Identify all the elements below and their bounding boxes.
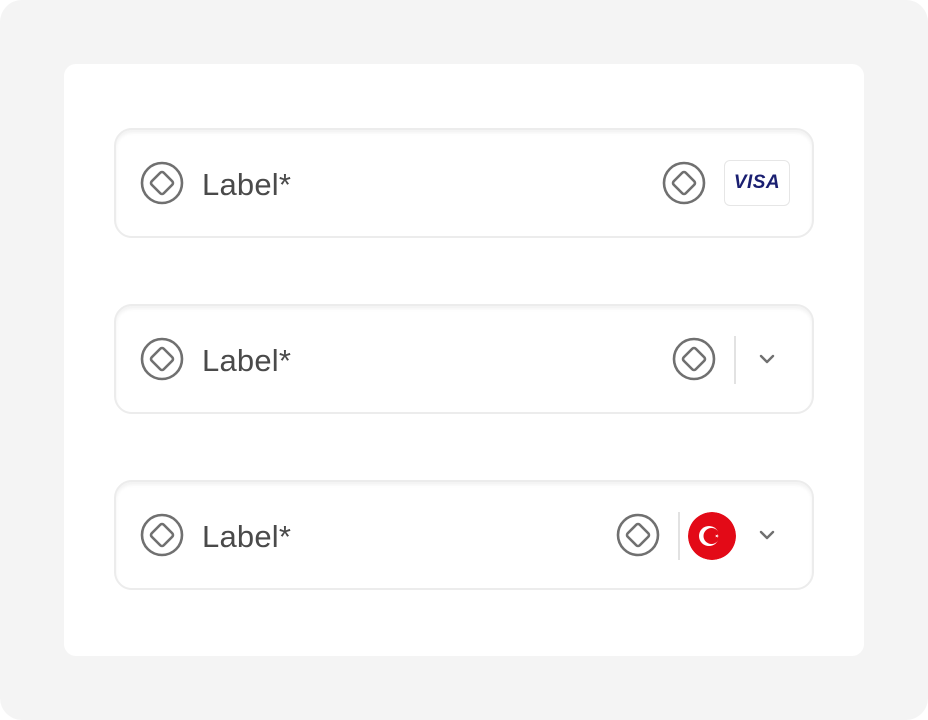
chevron-down-icon[interactable] <box>756 348 778 370</box>
diamond-icon[interactable] <box>662 161 706 205</box>
turkey-flag-icon[interactable] <box>688 512 736 560</box>
field-label: Label* <box>202 167 292 202</box>
divider <box>678 512 680 560</box>
diamond-icon <box>140 337 184 381</box>
field-label: Label* <box>202 519 292 554</box>
diamond-icon <box>140 513 184 557</box>
diamond-icon <box>140 161 184 205</box>
select-field[interactable]: Label* <box>114 304 814 414</box>
field-label: Label* <box>202 343 292 378</box>
chevron-down-icon[interactable] <box>756 524 778 546</box>
diamond-icon[interactable] <box>672 337 716 381</box>
divider <box>734 336 736 384</box>
phone-country-field[interactable]: Label* <box>114 480 814 590</box>
form-card: Label* VISA Label* Label* <box>64 64 864 656</box>
diamond-icon[interactable] <box>616 513 660 557</box>
page-background: Label* VISA Label* Label* <box>0 0 928 720</box>
visa-logo: VISA <box>733 172 781 193</box>
visa-card-badge: VISA <box>724 160 790 206</box>
card-number-field[interactable]: Label* VISA <box>114 128 814 238</box>
